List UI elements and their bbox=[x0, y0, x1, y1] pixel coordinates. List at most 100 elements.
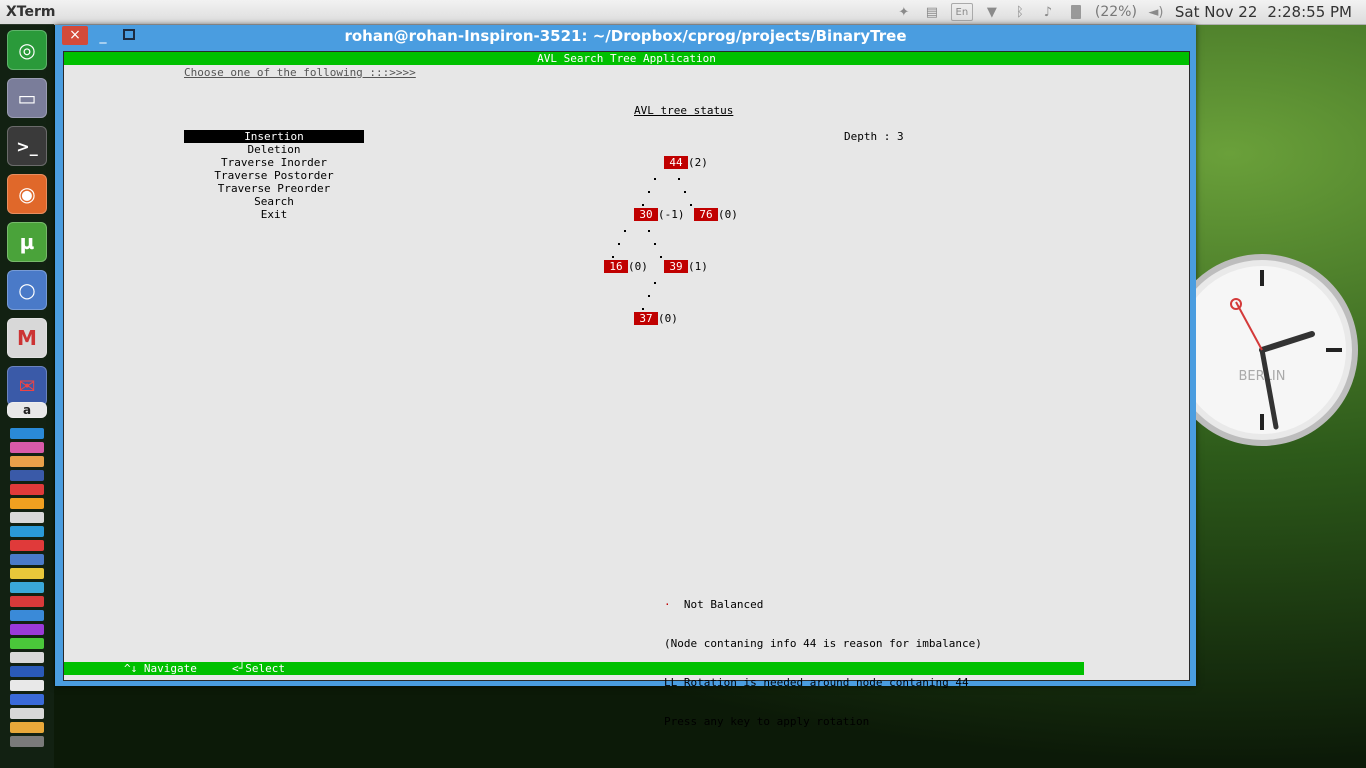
menu-item-traverse-preorder[interactable]: Traverse Preorder bbox=[184, 182, 364, 195]
menu-item-insertion[interactable]: Insertion bbox=[184, 130, 364, 143]
menu-item-exit[interactable]: Exit bbox=[184, 208, 364, 221]
footer-bar: ^↓ Navigate <┘Select bbox=[64, 662, 1084, 675]
battery-percent[interactable]: (22%) bbox=[1095, 4, 1137, 20]
tree-edge-dot bbox=[660, 256, 662, 258]
node-key: 44 bbox=[664, 156, 688, 169]
launcher-stack-item[interactable] bbox=[10, 596, 44, 607]
menu-item-traverse-inorder[interactable]: Traverse Inorder bbox=[184, 156, 364, 169]
tree-edge-dot bbox=[648, 191, 650, 193]
launcher-stack-item[interactable] bbox=[10, 610, 44, 621]
window-titlebar[interactable]: × _ rohan@rohan-Inspiron-3521: ~/Dropbox… bbox=[55, 25, 1196, 49]
utorrent-icon[interactable]: µ bbox=[7, 222, 47, 262]
active-app-name: XTerm bbox=[6, 4, 56, 20]
node-key: 30 bbox=[634, 208, 658, 221]
launcher-stack-item[interactable] bbox=[10, 554, 44, 565]
status-line: · Not Balanced bbox=[664, 598, 982, 611]
panel-date[interactable]: Sat Nov 22 bbox=[1175, 3, 1258, 21]
desktop-clock-widget[interactable]: BERLIN bbox=[1166, 252, 1360, 448]
status-line: (Node contaning info 44 is reason for im… bbox=[664, 637, 982, 650]
footer-select-hint: <┘Select bbox=[232, 662, 285, 675]
mail-icon[interactable]: ✉ bbox=[7, 366, 47, 406]
panel-time[interactable]: 2:28:55 PM bbox=[1267, 3, 1352, 21]
menu-item-search[interactable]: Search bbox=[184, 195, 364, 208]
tree-node: 16 (0) bbox=[604, 260, 648, 273]
terminal-icon[interactable]: >_ bbox=[7, 126, 47, 166]
gmail-icon[interactable]: M bbox=[7, 318, 47, 358]
firefox-icon[interactable]: ◉ bbox=[7, 174, 47, 214]
launcher-stack-item[interactable] bbox=[10, 428, 44, 439]
tree-node: 76 (0) bbox=[694, 208, 738, 221]
launcher-stack-item[interactable] bbox=[10, 624, 44, 635]
system-tray: ✦ ▤ En ▼ ᛒ ♪ (22%) ◄) Sat Nov 22 2:28:55… bbox=[895, 0, 1352, 24]
node-balance: (1) bbox=[688, 260, 708, 273]
files-icon[interactable]: ▭ bbox=[7, 78, 47, 118]
battery-icon[interactable] bbox=[1067, 4, 1085, 20]
launcher-stack-item[interactable] bbox=[10, 540, 44, 551]
top-panel: XTerm ✦ ▤ En ▼ ᛒ ♪ (22%) ◄) Sat Nov 22 2… bbox=[0, 0, 1366, 25]
tree-edge-dot bbox=[654, 178, 656, 180]
clock-city-label: BERLIN bbox=[1239, 369, 1286, 384]
tree-edge-dot bbox=[690, 204, 692, 206]
node-balance: (0) bbox=[628, 260, 648, 273]
launcher-stack-item[interactable] bbox=[10, 568, 44, 579]
tree-edge-dot bbox=[678, 178, 680, 180]
launcher: ◎ ▭ >_ ◉ µ ○ M ✉ a bbox=[0, 24, 54, 768]
launcher-stack-item[interactable] bbox=[10, 666, 44, 677]
node-balance: (0) bbox=[658, 312, 678, 325]
dropbox-icon[interactable]: ✦ bbox=[895, 4, 913, 20]
node-balance: (-1) bbox=[658, 208, 685, 221]
launcher-stack-item[interactable] bbox=[10, 722, 44, 733]
launcher-stack-item[interactable] bbox=[10, 694, 44, 705]
tree-edge-dot bbox=[642, 308, 644, 310]
launcher-stack-item[interactable] bbox=[10, 708, 44, 719]
notification-icon[interactable]: ♪ bbox=[1039, 4, 1057, 20]
node-key: 16 bbox=[604, 260, 628, 273]
tree-node: 30 (-1) bbox=[634, 208, 685, 221]
status-not-balanced: Not Balanced bbox=[683, 598, 764, 611]
terminal-area[interactable]: AVL Search Tree Application Choose one o… bbox=[63, 51, 1190, 728]
tree-edge-dot bbox=[642, 204, 644, 206]
footer-navigate-hint: ^↓ Navigate bbox=[124, 662, 197, 675]
node-balance: (2) bbox=[688, 156, 708, 169]
tree-edge-dot bbox=[654, 243, 656, 245]
launcher-stack-item[interactable] bbox=[10, 680, 44, 691]
launcher-stack-item[interactable] bbox=[10, 512, 44, 523]
node-balance: (0) bbox=[718, 208, 738, 221]
node-key: 39 bbox=[664, 260, 688, 273]
node-key: 76 bbox=[694, 208, 718, 221]
status-marker: · bbox=[664, 598, 671, 611]
tree-edge-dot bbox=[654, 282, 656, 284]
launcher-stack-item[interactable] bbox=[10, 582, 44, 593]
launcher-stack-item[interactable] bbox=[10, 456, 44, 467]
launcher-stack-item[interactable] bbox=[10, 652, 44, 663]
ubuntu-dash-icon[interactable]: ◎ bbox=[7, 30, 47, 70]
launcher-stack-item[interactable] bbox=[10, 638, 44, 649]
tree-edge-dot bbox=[612, 256, 614, 258]
launcher-stack-item[interactable] bbox=[10, 442, 44, 453]
tree-depth-label: Depth : 3 bbox=[844, 130, 904, 143]
app-header-bar: AVL Search Tree Application bbox=[64, 52, 1189, 65]
amazon-icon[interactable]: a bbox=[7, 402, 47, 418]
launcher-stack-item[interactable] bbox=[10, 526, 44, 537]
chromium-icon[interactable]: ○ bbox=[7, 270, 47, 310]
tree-edge-dot bbox=[624, 230, 626, 232]
launcher-stack-item[interactable] bbox=[10, 470, 44, 481]
keyboard-layout-indicator[interactable]: En bbox=[950, 3, 973, 21]
menu-item-traverse-postorder[interactable]: Traverse Postorder bbox=[184, 169, 364, 182]
clock-face: BERLIN bbox=[1166, 254, 1358, 446]
tree-edge-dot bbox=[648, 295, 650, 297]
indicator-icon[interactable]: ▤ bbox=[923, 4, 941, 20]
launcher-stack-item[interactable] bbox=[10, 498, 44, 509]
wifi-icon[interactable]: ▼ bbox=[983, 4, 1001, 20]
tree-edge-dot bbox=[648, 230, 650, 232]
menu-prompt: Choose one of the following :::>>>> bbox=[184, 66, 416, 79]
bluetooth-icon[interactable]: ᛒ bbox=[1011, 4, 1029, 20]
status-line: LL Rotation is needed around node contan… bbox=[664, 676, 969, 689]
launcher-stack-item[interactable] bbox=[10, 736, 44, 747]
tree-edge-dot bbox=[618, 243, 620, 245]
menu-item-deletion[interactable]: Deletion bbox=[184, 143, 364, 156]
launcher-stack-item[interactable] bbox=[10, 484, 44, 495]
volume-icon[interactable]: ◄) bbox=[1147, 4, 1165, 20]
status-line: Press any key to apply rotation bbox=[664, 715, 870, 728]
xterm-window: × _ rohan@rohan-Inspiron-3521: ~/Dropbox… bbox=[55, 25, 1196, 728]
